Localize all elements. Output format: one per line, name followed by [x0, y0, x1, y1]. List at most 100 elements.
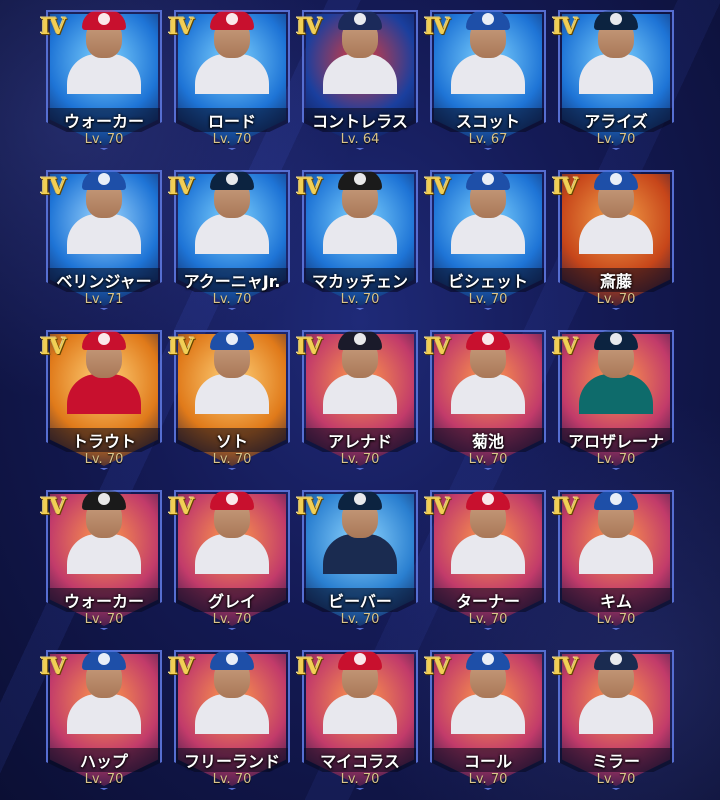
player-card[interactable]: IV ビシェット Lv. 70 — [424, 170, 552, 320]
team-logo-icon — [98, 333, 110, 345]
player-card[interactable]: IV アライズ Lv. 70 — [552, 10, 680, 160]
player-name: ターナー — [455, 592, 520, 611]
player-level: Lv. 70 — [340, 292, 380, 307]
player-portrait — [67, 10, 141, 94]
player-portrait — [323, 330, 397, 414]
card-rank: IV — [552, 494, 578, 520]
player-jersey — [195, 374, 269, 414]
player-name: ベリンジャー — [56, 272, 152, 291]
team-logo-icon — [98, 173, 110, 185]
player-portrait — [67, 330, 141, 414]
player-name: ロード — [207, 112, 256, 131]
card-rank: IV — [40, 334, 66, 360]
player-name: マイコラス — [320, 752, 400, 771]
player-jersey — [323, 54, 397, 94]
player-card-grid: IV ウォーカー Lv. 70 IV ロード Lv. 70 IV コントレラス … — [0, 0, 720, 800]
team-logo-icon — [354, 173, 366, 185]
team-logo-icon — [610, 493, 622, 505]
card-rank: IV — [40, 494, 66, 520]
team-logo-icon — [98, 653, 110, 665]
player-card[interactable]: IV ミラー Lv. 70 — [552, 650, 680, 800]
player-portrait — [67, 170, 141, 254]
player-card[interactable]: IV コントレラス Lv. 64 — [296, 10, 424, 160]
player-card[interactable]: IV ウォーカー Lv. 70 — [40, 10, 168, 160]
team-logo-icon — [610, 653, 622, 665]
player-portrait — [579, 10, 653, 94]
player-card[interactable]: IV スコット Lv. 67 — [424, 10, 552, 160]
player-card[interactable]: IV マイコラス Lv. 70 — [296, 650, 424, 800]
player-jersey — [323, 214, 397, 254]
player-level: Lv. 70 — [596, 612, 636, 627]
card-rank: IV — [424, 334, 450, 360]
player-name: ハップ — [79, 752, 128, 771]
player-level: Lv. 70 — [84, 452, 124, 467]
player-name: コントレラス — [312, 112, 408, 131]
player-card[interactable]: IV フリーランド Lv. 70 — [168, 650, 296, 800]
player-portrait — [195, 490, 269, 574]
player-card[interactable]: IV ウォーカー Lv. 70 — [40, 490, 168, 640]
player-card[interactable]: IV 菊池 Lv. 70 — [424, 330, 552, 480]
player-name: フリーランド — [183, 752, 280, 771]
card-rank: IV — [424, 14, 450, 40]
card-rank: IV — [424, 494, 450, 520]
player-card[interactable]: IV 斎藤 Lv. 70 — [552, 170, 680, 320]
player-portrait — [67, 650, 141, 734]
player-name: マカッチェン — [311, 272, 408, 291]
player-portrait — [579, 330, 653, 414]
player-card[interactable]: IV ソト Lv. 70 — [168, 330, 296, 480]
team-logo-icon — [482, 173, 494, 185]
player-jersey — [67, 534, 141, 574]
player-level: Lv. 70 — [340, 772, 380, 787]
player-card[interactable]: IV アレナド Lv. 70 — [296, 330, 424, 480]
team-logo-icon — [354, 493, 366, 505]
player-name: ビーバー — [328, 592, 392, 611]
player-portrait — [579, 170, 653, 254]
player-card[interactable]: IV コール Lv. 70 — [424, 650, 552, 800]
player-card[interactable]: IV ビーバー Lv. 70 — [296, 490, 424, 640]
card-rank: IV — [40, 14, 66, 40]
card-rank: IV — [552, 654, 578, 680]
player-name: ソト — [215, 432, 248, 451]
team-logo-icon — [610, 333, 622, 345]
team-logo-icon — [98, 493, 110, 505]
player-portrait — [195, 10, 269, 94]
player-portrait — [323, 490, 397, 574]
player-card[interactable]: IV ハップ Lv. 70 — [40, 650, 168, 800]
player-name: トラウト — [71, 432, 136, 451]
player-name: ウォーカー — [63, 592, 144, 611]
team-logo-icon — [226, 333, 238, 345]
player-name: ミラー — [591, 752, 640, 771]
card-rank: IV — [552, 14, 578, 40]
player-portrait — [579, 490, 653, 574]
player-card[interactable]: IV マカッチェン Lv. 70 — [296, 170, 424, 320]
player-portrait — [451, 650, 525, 734]
player-portrait — [195, 170, 269, 254]
player-jersey — [67, 54, 141, 94]
team-logo-icon — [482, 13, 494, 25]
player-level: Lv. 67 — [468, 132, 508, 147]
player-card[interactable]: IV アロザレーナ Lv. 70 — [552, 330, 680, 480]
player-card[interactable]: IV トラウト Lv. 70 — [40, 330, 168, 480]
card-rank: IV — [552, 174, 578, 200]
player-card[interactable]: IV アクーニャJr. Lv. 70 — [168, 170, 296, 320]
player-level: Lv. 70 — [84, 772, 124, 787]
player-card[interactable]: IV ターナー Lv. 70 — [424, 490, 552, 640]
team-logo-icon — [610, 13, 622, 25]
player-card[interactable]: IV ベリンジャー Lv. 71 — [40, 170, 168, 320]
player-level: Lv. 70 — [468, 772, 508, 787]
player-level: Lv. 70 — [596, 132, 636, 147]
player-portrait — [451, 10, 525, 94]
card-rank: IV — [168, 334, 194, 360]
player-name: キム — [599, 592, 632, 611]
team-logo-icon — [482, 333, 494, 345]
player-portrait — [579, 650, 653, 734]
player-jersey — [579, 214, 653, 254]
player-jersey — [579, 374, 653, 414]
card-rank: IV — [296, 654, 322, 680]
player-jersey — [195, 694, 269, 734]
player-portrait — [451, 490, 525, 574]
player-card[interactable]: IV グレイ Lv. 70 — [168, 490, 296, 640]
player-level: Lv. 71 — [84, 292, 124, 307]
player-card[interactable]: IV ロード Lv. 70 — [168, 10, 296, 160]
player-card[interactable]: IV キム Lv. 70 — [552, 490, 680, 640]
